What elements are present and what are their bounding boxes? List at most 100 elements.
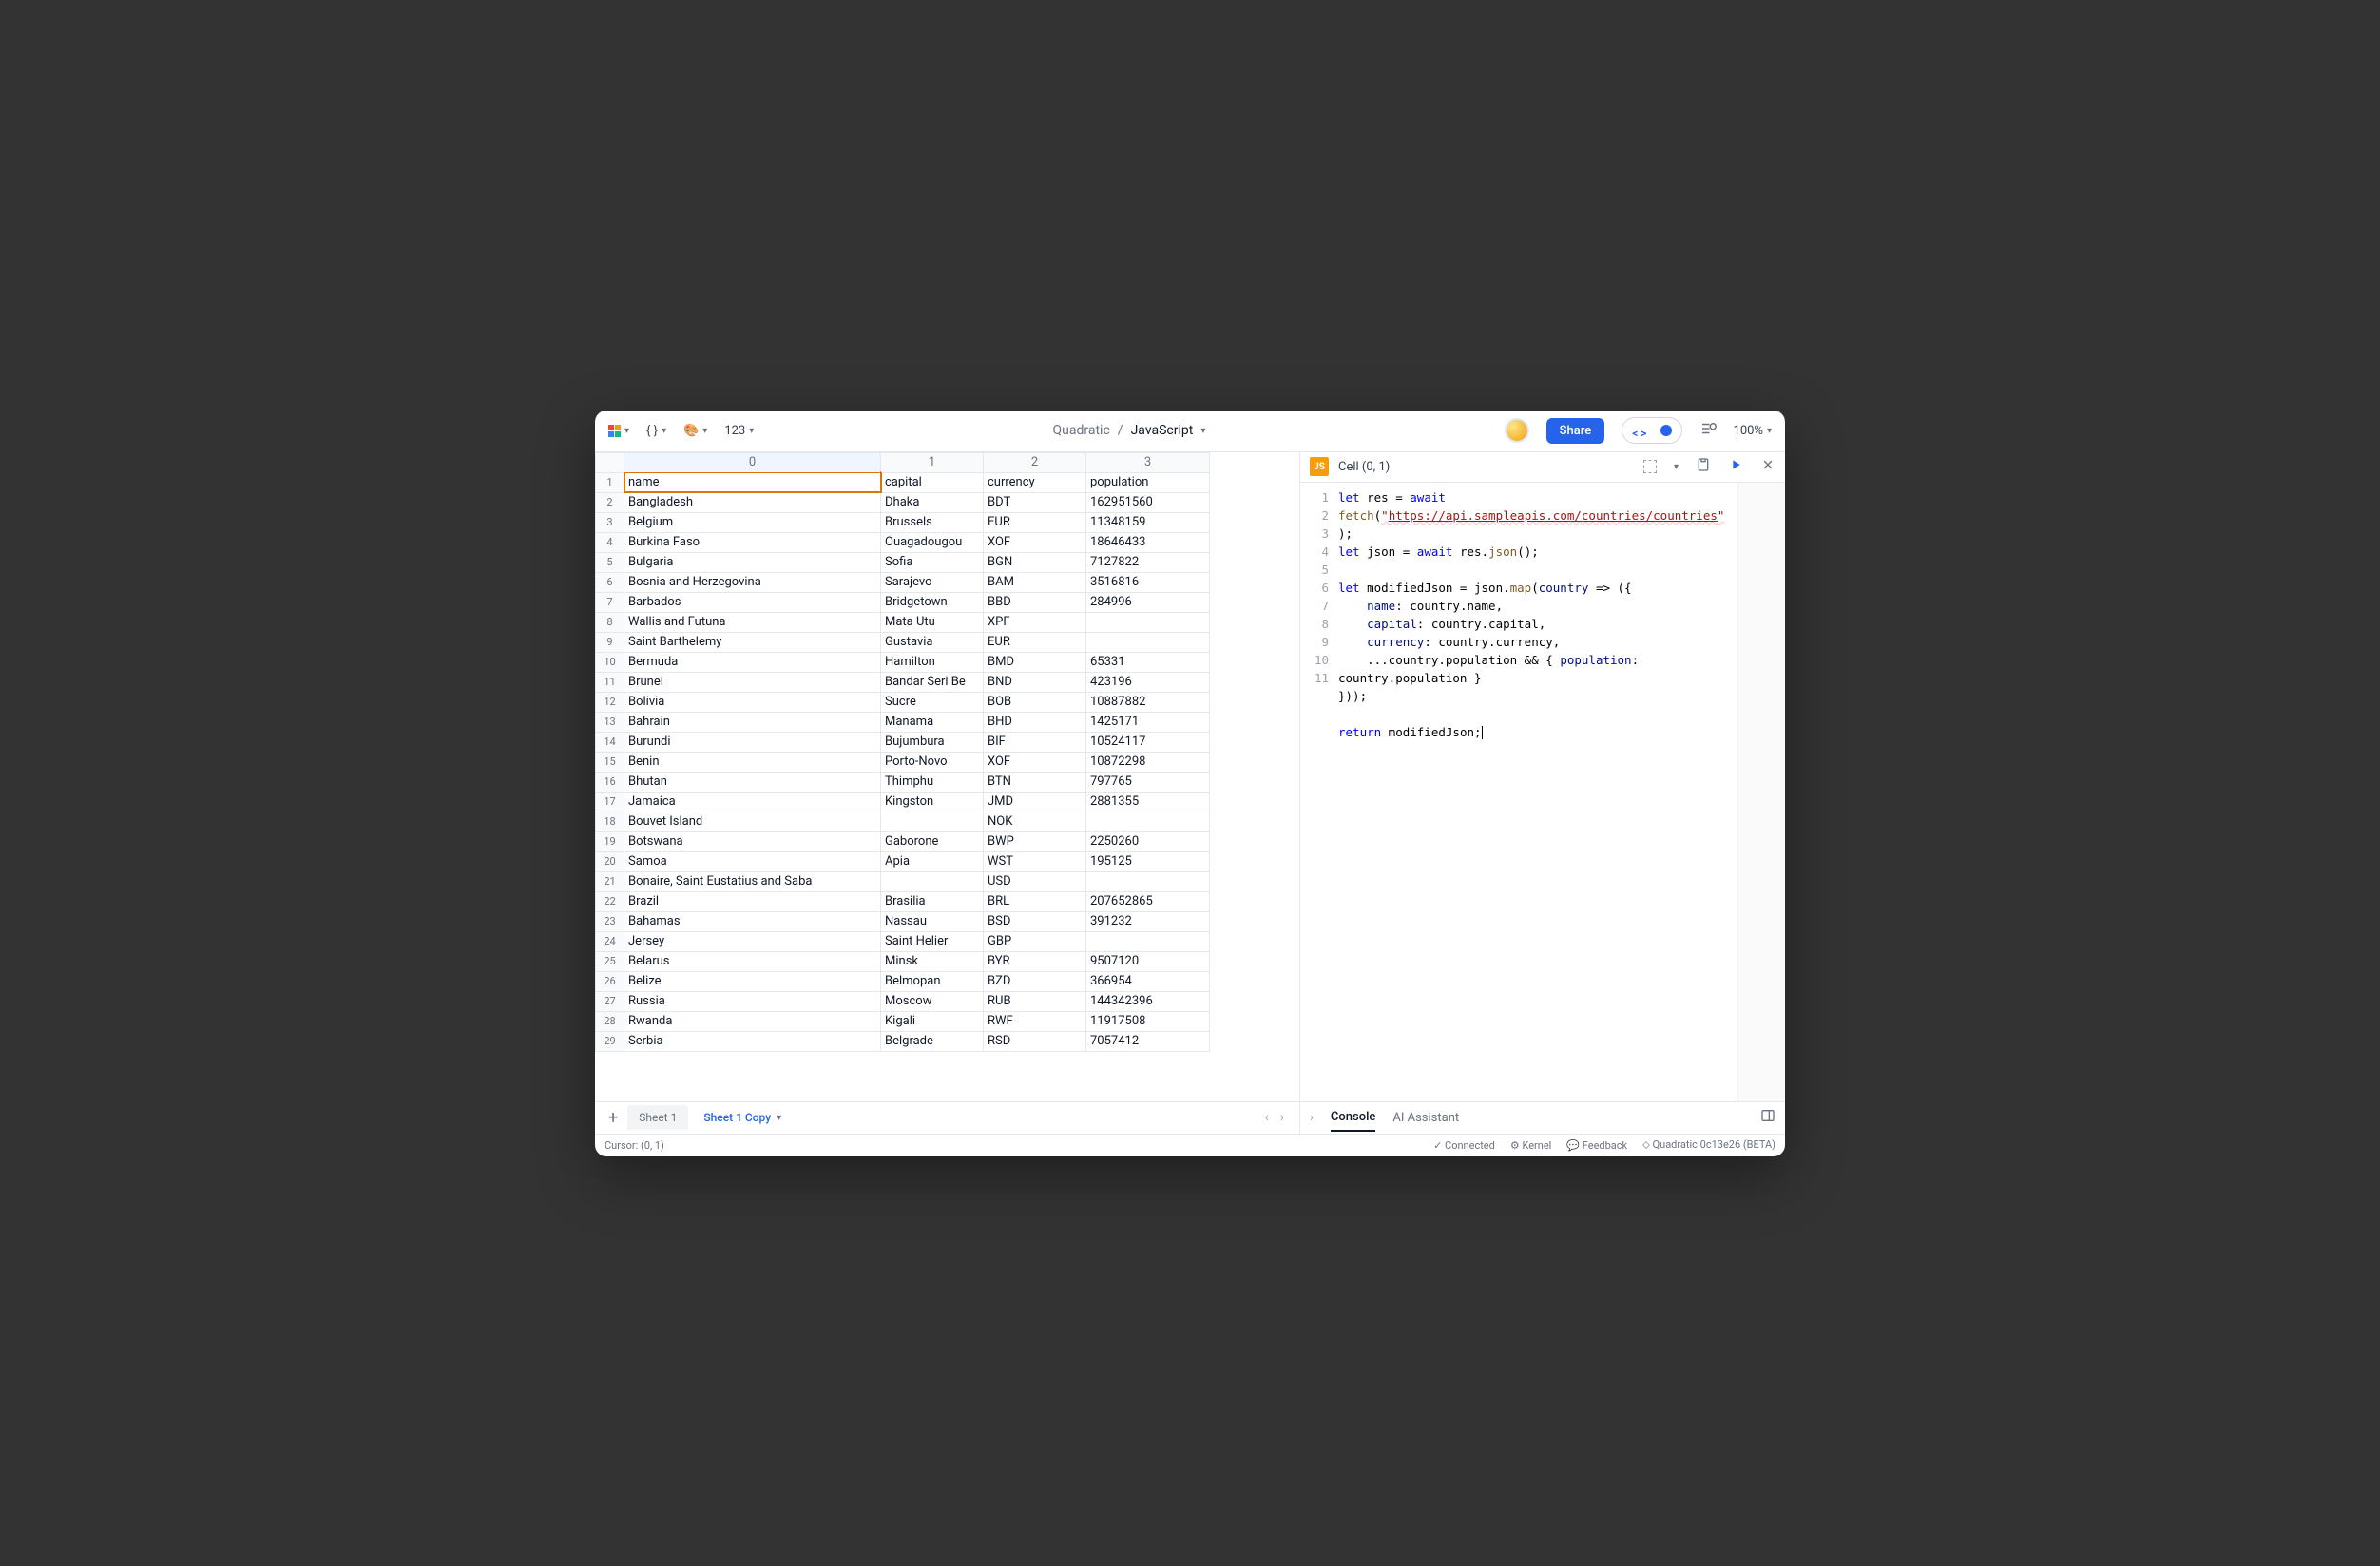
cell[interactable]: Saint Barthelemy bbox=[624, 632, 881, 652]
table-row[interactable]: 22BrazilBrasiliaBRL207652865 bbox=[596, 891, 1210, 911]
cell[interactable]: RUB bbox=[984, 991, 1086, 1011]
cell[interactable]: Porto-Novo bbox=[881, 752, 984, 772]
row-header[interactable]: 28 bbox=[596, 1011, 624, 1031]
cell[interactable]: EUR bbox=[984, 512, 1086, 532]
cell[interactable]: Mata Utu bbox=[881, 612, 984, 632]
cell[interactable]: NOK bbox=[984, 812, 1086, 831]
cell[interactable]: Gustavia bbox=[881, 632, 984, 652]
cell[interactable]: 10887882 bbox=[1086, 692, 1210, 712]
table-row[interactable]: 11BruneiBandar Seri BeBND423196 bbox=[596, 672, 1210, 692]
table-row[interactable]: 8Wallis and FutunaMata UtuXPF bbox=[596, 612, 1210, 632]
cell[interactable]: Brasilia bbox=[881, 891, 984, 911]
cell[interactable]: Sarajevo bbox=[881, 572, 984, 592]
row-header[interactable]: 26 bbox=[596, 971, 624, 991]
status-feedback[interactable]: 💬 Feedback bbox=[1566, 1139, 1627, 1152]
cell[interactable]: Jersey bbox=[624, 931, 881, 951]
table-row[interactable]: 10BermudaHamiltonBMD65331 bbox=[596, 652, 1210, 672]
cell[interactable]: 7127822 bbox=[1086, 552, 1210, 572]
app-menu[interactable]: ▾ bbox=[608, 425, 629, 437]
row-header[interactable]: 21 bbox=[596, 871, 624, 891]
panel-toggle-icon[interactable] bbox=[1760, 1108, 1775, 1127]
cell[interactable]: Bridgetown bbox=[881, 592, 984, 612]
row-header[interactable]: 23 bbox=[596, 911, 624, 931]
table-row[interactable]: 28RwandaKigaliRWF11917508 bbox=[596, 1011, 1210, 1031]
table-row[interactable]: 26BelizeBelmopanBZD366954 bbox=[596, 971, 1210, 991]
cell[interactable]: 423196 bbox=[1086, 672, 1210, 692]
number-format-menu[interactable]: 123▾ bbox=[724, 424, 754, 438]
snippet-icon[interactable] bbox=[1696, 457, 1711, 476]
cell[interactable]: XPF bbox=[984, 612, 1086, 632]
cell[interactable]: Brussels bbox=[881, 512, 984, 532]
row-header[interactable]: 20 bbox=[596, 851, 624, 871]
cell[interactable]: BBD bbox=[984, 592, 1086, 612]
cell[interactable]: 10872298 bbox=[1086, 752, 1210, 772]
cell[interactable]: Saint Helier bbox=[881, 931, 984, 951]
cell[interactable]: EUR bbox=[984, 632, 1086, 652]
cell[interactable]: BTN bbox=[984, 772, 1086, 792]
col-header-0[interactable]: 0 bbox=[624, 452, 881, 472]
cell[interactable]: Samoa bbox=[624, 851, 881, 871]
expand-console-icon[interactable]: › bbox=[1310, 1111, 1314, 1125]
cell[interactable]: Belize bbox=[624, 971, 881, 991]
cell[interactable]: Belmopan bbox=[881, 971, 984, 991]
cell[interactable]: BND bbox=[984, 672, 1086, 692]
table-row[interactable]: 27RussiaMoscowRUB144342396 bbox=[596, 991, 1210, 1011]
cell[interactable]: Bulgaria bbox=[624, 552, 881, 572]
table-row[interactable]: 24JerseySaint HelierGBP bbox=[596, 931, 1210, 951]
cell[interactable]: Minsk bbox=[881, 951, 984, 971]
cell[interactable]: BDT bbox=[984, 492, 1086, 512]
minimap[interactable] bbox=[1737, 483, 1785, 1101]
table-row[interactable]: 13BahrainManamaBHD1425171 bbox=[596, 712, 1210, 732]
cell[interactable]: Brunei bbox=[624, 672, 881, 692]
table-row[interactable]: 17JamaicaKingstonJMD2881355 bbox=[596, 792, 1210, 812]
chevron-down-icon[interactable]: ▾ bbox=[1200, 426, 1205, 436]
col-header-1[interactable]: 1 bbox=[881, 452, 984, 472]
cell[interactable]: Bujumbura bbox=[881, 732, 984, 752]
row-header[interactable]: 24 bbox=[596, 931, 624, 951]
table-row[interactable]: 16BhutanThimphuBTN797765 bbox=[596, 772, 1210, 792]
cell[interactable] bbox=[1086, 812, 1210, 831]
cell[interactable]: BSD bbox=[984, 911, 1086, 931]
cell[interactable]: name bbox=[624, 472, 881, 492]
cell[interactable]: 18646433 bbox=[1086, 532, 1210, 552]
cell[interactable]: Hamilton bbox=[881, 652, 984, 672]
cell[interactable] bbox=[1086, 612, 1210, 632]
table-row[interactable]: 1namecapitalcurrencypopulation bbox=[596, 472, 1210, 492]
table-row[interactable]: 29SerbiaBelgradeRSD7057412 bbox=[596, 1031, 1210, 1051]
row-header[interactable]: 9 bbox=[596, 632, 624, 652]
cell[interactable]: WST bbox=[984, 851, 1086, 871]
cell[interactable] bbox=[881, 871, 984, 891]
cell[interactable]: Sofia bbox=[881, 552, 984, 572]
cell[interactable]: Bosnia and Herzegovina bbox=[624, 572, 881, 592]
close-button[interactable] bbox=[1760, 457, 1775, 476]
row-header[interactable]: 27 bbox=[596, 991, 624, 1011]
cell[interactable] bbox=[1086, 931, 1210, 951]
run-button[interactable] bbox=[1728, 457, 1743, 476]
table-row[interactable]: 2BangladeshDhakaBDT162951560 bbox=[596, 492, 1210, 512]
tab-next-button[interactable]: › bbox=[1280, 1110, 1284, 1125]
cell[interactable]: Bangladesh bbox=[624, 492, 881, 512]
avatar[interactable] bbox=[1505, 418, 1529, 443]
row-header[interactable]: 5 bbox=[596, 552, 624, 572]
cell[interactable]: BOB bbox=[984, 692, 1086, 712]
row-header[interactable]: 1 bbox=[596, 472, 624, 492]
table-row[interactable]: 5BulgariaSofiaBGN7127822 bbox=[596, 552, 1210, 572]
cell[interactable]: Apia bbox=[881, 851, 984, 871]
cell[interactable]: Bolivia bbox=[624, 692, 881, 712]
cell[interactable]: 2250260 bbox=[1086, 831, 1210, 851]
cell[interactable]: Gaborone bbox=[881, 831, 984, 851]
cell[interactable]: 3516816 bbox=[1086, 572, 1210, 592]
cell[interactable]: population bbox=[1086, 472, 1210, 492]
cell[interactable]: Sucre bbox=[881, 692, 984, 712]
row-header[interactable]: 12 bbox=[596, 692, 624, 712]
code-mode-toggle[interactable]: < > bbox=[1622, 417, 1681, 444]
cell[interactable] bbox=[881, 812, 984, 831]
table-row[interactable]: 20SamoaApiaWST195125 bbox=[596, 851, 1210, 871]
cell[interactable]: Brazil bbox=[624, 891, 881, 911]
cell[interactable]: Belarus bbox=[624, 951, 881, 971]
row-header[interactable]: 10 bbox=[596, 652, 624, 672]
cell[interactable]: Wallis and Futuna bbox=[624, 612, 881, 632]
cell[interactable]: Bouvet Island bbox=[624, 812, 881, 831]
cell[interactable]: Thimphu bbox=[881, 772, 984, 792]
cell[interactable]: RWF bbox=[984, 1011, 1086, 1031]
